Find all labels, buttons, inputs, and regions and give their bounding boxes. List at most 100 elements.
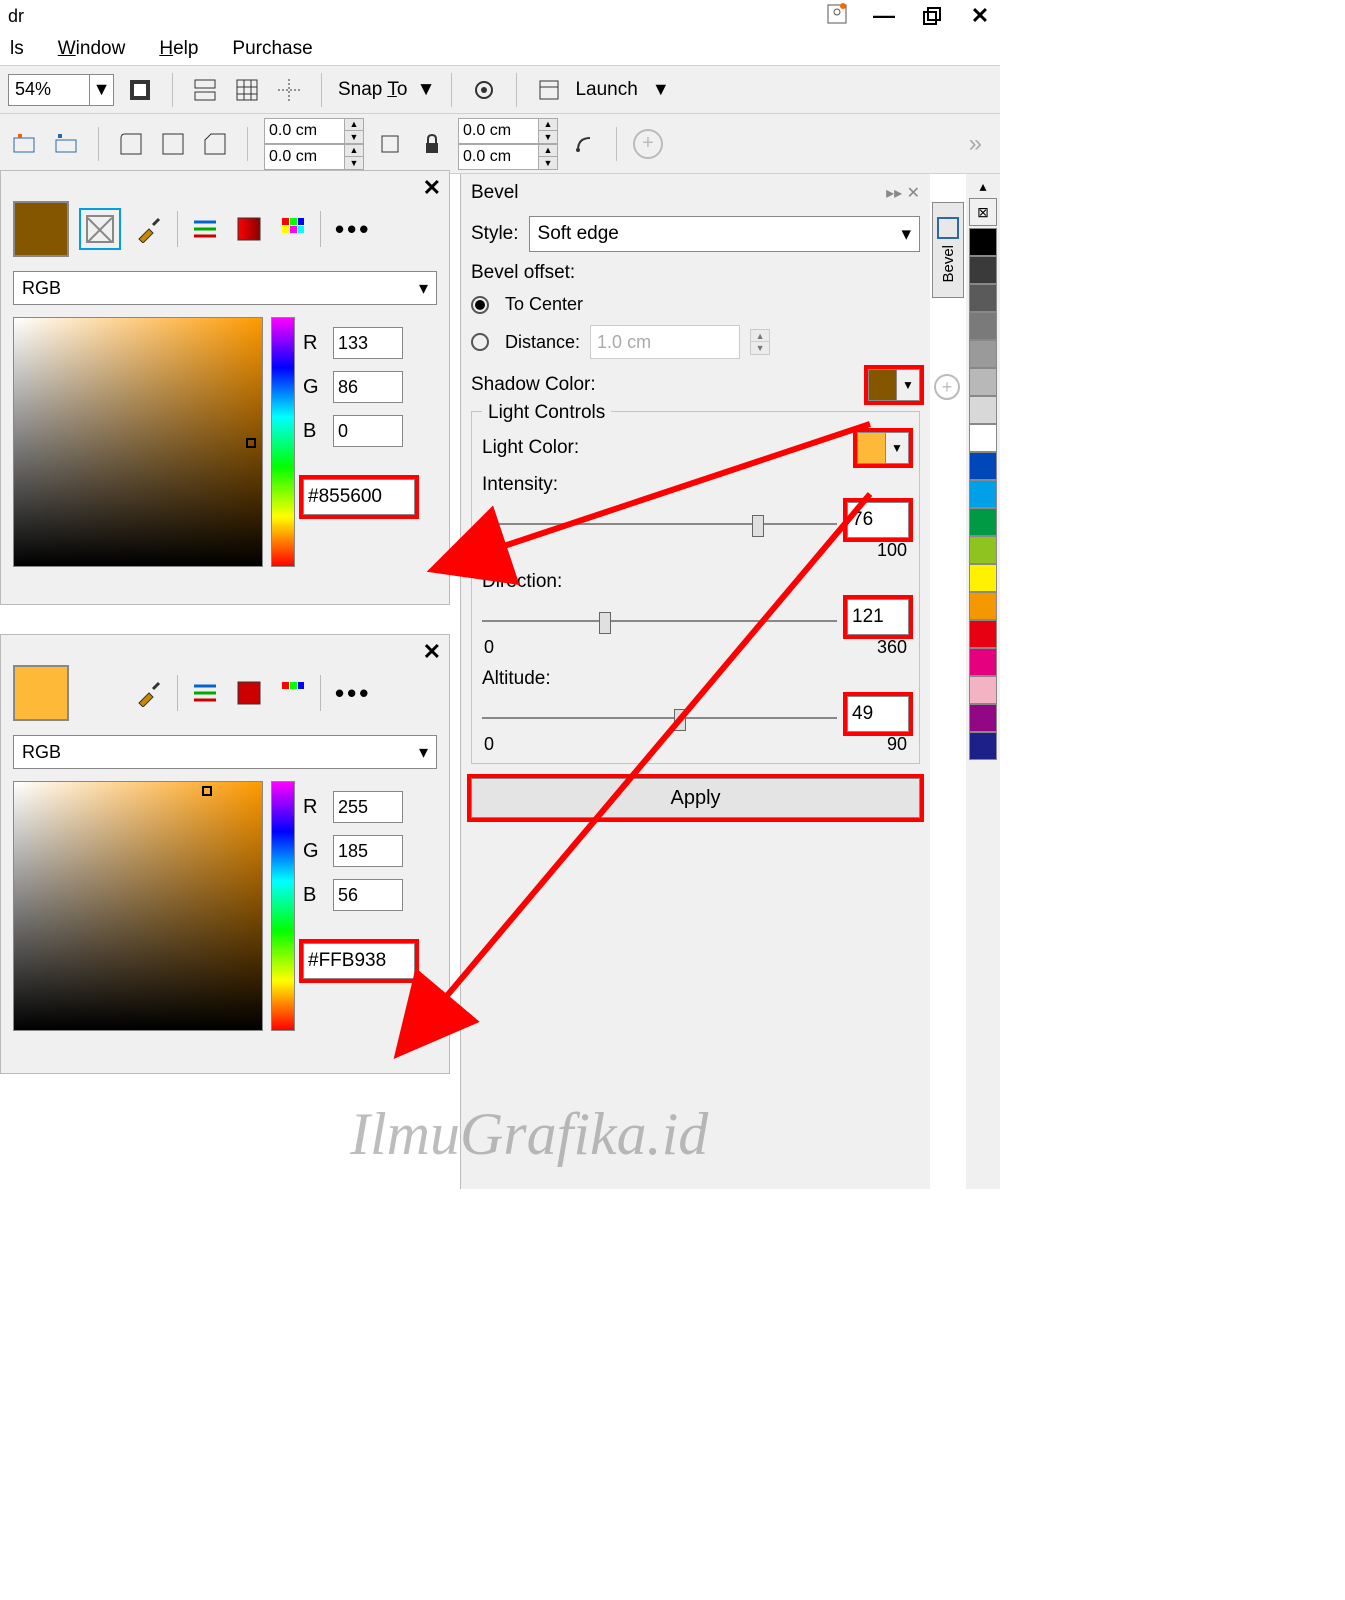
dim-input-1b[interactable] [264,144,344,170]
palette-swatch[interactable] [969,256,997,284]
intensity-input[interactable] [847,502,909,538]
zoom-value[interactable] [9,75,89,105]
grid-icon[interactable] [231,74,263,106]
close-icon[interactable]: ✕ [423,175,441,201]
palette-up-icon[interactable]: ▴ [979,178,986,198]
palette-swatch[interactable] [969,592,997,620]
hue-slider[interactable] [271,781,295,1031]
b-input[interactable] [333,879,403,911]
options-icon[interactable] [468,74,500,106]
color-gradient[interactable] [13,317,263,567]
palette-swatch[interactable] [969,732,997,760]
altitude-input[interactable] [847,696,909,732]
g-label: G [303,840,323,863]
no-color-swatch[interactable]: ⊠ [969,198,997,226]
style-dropdown[interactable]: Soft edge▾ [529,216,920,252]
presets-icon[interactable] [8,128,40,160]
palettes-icon[interactable] [276,676,310,710]
palette-swatch[interactable] [969,648,997,676]
light-color-button[interactable]: ▼ [857,432,909,464]
overflow-icon[interactable]: » [969,130,982,158]
g-input[interactable] [333,371,403,403]
palette-swatch[interactable] [969,536,997,564]
distance-input[interactable] [590,325,740,359]
chevron-down-icon[interactable]: ▼ [652,79,670,100]
relative-scaling-icon[interactable] [568,128,600,160]
add-preset-icon[interactable]: + [633,129,663,159]
dim-input-1a[interactable] [264,118,344,144]
lock-icon[interactable] [416,128,448,160]
minimize-button[interactable]: — [872,4,896,28]
menu-ls[interactable]: ls [10,38,24,60]
more-options-icon[interactable]: ••• [335,678,371,709]
palette-swatch[interactable] [969,452,997,480]
palette-swatch[interactable] [969,704,997,732]
hue-slider[interactable] [271,317,295,567]
zoom-dropdown-icon[interactable]: ▼ [89,75,113,105]
sliders-icon[interactable] [188,212,222,246]
palette-swatch[interactable] [969,508,997,536]
intensity-slider[interactable] [482,509,837,531]
viewer-icon[interactable] [232,212,266,246]
link-corners-icon[interactable] [374,128,406,160]
presets2-icon[interactable] [50,128,82,160]
color-gradient[interactable] [13,781,263,1031]
palette-swatch[interactable] [969,480,997,508]
altitude-slider[interactable] [482,703,837,725]
eyedropper-icon[interactable] [131,211,167,247]
palette-swatch[interactable] [969,676,997,704]
palette-swatch[interactable] [969,564,997,592]
r-input[interactable] [333,791,403,823]
account-icon[interactable] [826,3,848,30]
more-options-icon[interactable]: ••• [335,214,371,245]
dim-input-2a[interactable] [458,118,538,144]
guides-icon[interactable] [273,74,305,106]
collapse-icon[interactable]: ▸▸ [886,185,902,202]
b-input[interactable] [333,415,403,447]
shadow-color-button[interactable]: ▼ [868,369,920,401]
sliders-icon[interactable] [188,676,222,710]
palette-swatch[interactable] [969,368,997,396]
fullscreen-icon[interactable] [124,74,156,106]
bevel-tab[interactable]: Bevel [932,202,964,298]
direction-slider[interactable] [482,606,837,628]
snap-to-menu[interactable]: Snap To ▼ [338,79,435,101]
palette-swatch[interactable] [969,284,997,312]
menu-help[interactable]: Help [159,38,198,60]
close-button[interactable]: ✕ [968,4,992,28]
color-model-dropdown[interactable]: RGB▾ [13,271,437,305]
dim-input-2b[interactable] [458,144,538,170]
palette-swatch[interactable] [969,396,997,424]
launch-icon[interactable] [533,74,565,106]
corner-chamfer-icon[interactable] [199,128,231,160]
viewer-icon[interactable] [232,676,266,710]
color-model-dropdown[interactable]: RGB▾ [13,735,437,769]
corner-round-icon[interactable] [115,128,147,160]
r-input[interactable] [333,327,403,359]
menu-window[interactable]: Window [58,38,126,60]
close-icon[interactable]: ✕ [423,639,441,665]
apply-button[interactable]: Apply [471,778,920,818]
palette-swatch[interactable] [969,228,997,256]
palette-swatch[interactable] [969,312,997,340]
palette-swatch[interactable] [969,424,997,452]
zoom-input[interactable]: ▼ [8,74,114,106]
palettes-icon[interactable] [276,212,310,246]
g-input[interactable] [333,835,403,867]
launch-menu[interactable]: Launch [575,79,637,101]
palette-swatch[interactable] [969,620,997,648]
add-docker-icon[interactable]: + [934,374,960,400]
direction-input[interactable] [847,599,909,635]
no-fill-icon[interactable] [79,208,121,250]
hex-input[interactable] [303,479,415,515]
restore-button[interactable] [920,4,944,28]
distance-radio[interactable] [471,333,489,351]
eyedropper-icon[interactable] [131,675,167,711]
menu-purchase[interactable]: Purchase [232,38,312,60]
close-icon[interactable]: ✕ [907,185,920,202]
rulers-icon[interactable] [189,74,221,106]
to-center-radio[interactable] [471,296,489,314]
palette-swatch[interactable] [969,340,997,368]
hex-input[interactable] [303,943,415,979]
corner-scallop-icon[interactable] [157,128,189,160]
